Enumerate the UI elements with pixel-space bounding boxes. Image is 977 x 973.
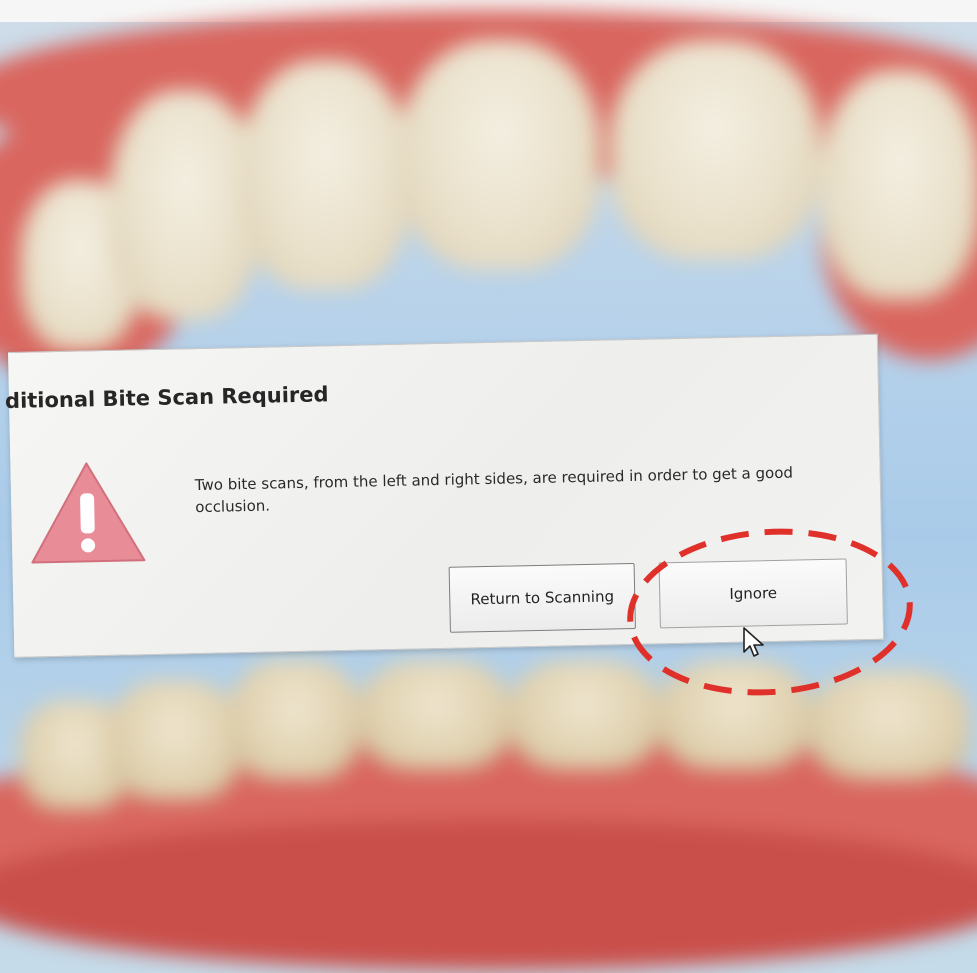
upper-teeth [0, 0, 977, 380]
warning-icon [31, 462, 146, 564]
red-dashed-ellipse-annotation [627, 528, 913, 696]
dialog-message: Two bite scans, from the left and right … [194, 463, 794, 517]
return-to-scanning-button[interactable]: Return to Scanning [448, 562, 636, 633]
dialog-title: ditional Bite Scan Required [4, 382, 329, 414]
photo-background: ditional Bite Scan Required Two bite sca… [0, 0, 977, 973]
